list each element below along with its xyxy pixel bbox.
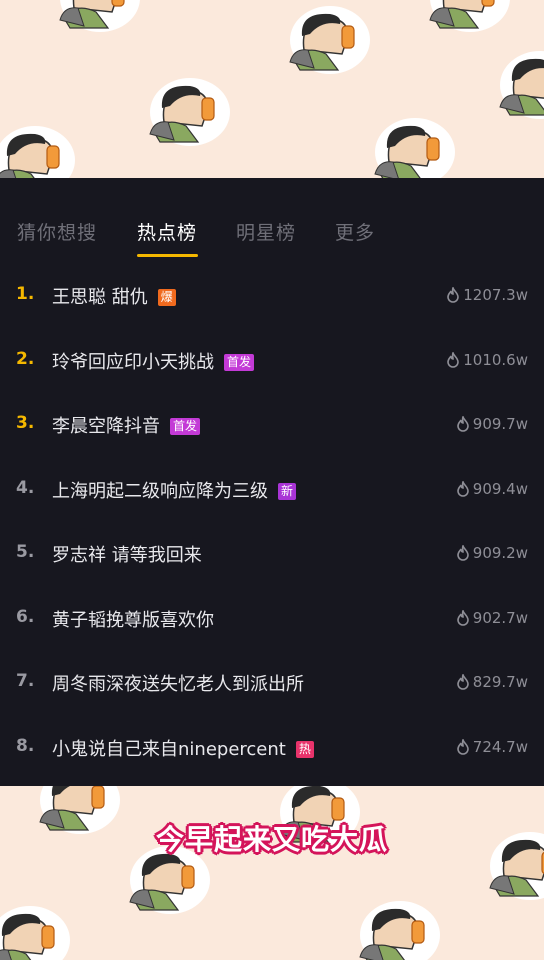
hot-item-title-text: 王思聪 甜仇 bbox=[52, 287, 148, 308]
heat-number: 909.4w bbox=[472, 479, 528, 498]
rank-number: 1. bbox=[16, 284, 35, 304]
tab-guess[interactable]: 猜你想搜 bbox=[17, 218, 97, 245]
hot-item-title-text: 李晨空降抖音 bbox=[52, 416, 160, 437]
heat-number: 1010.6w bbox=[463, 350, 528, 369]
rank-number: 3. bbox=[16, 413, 35, 433]
flame-icon bbox=[456, 672, 473, 691]
flame-icon bbox=[456, 608, 473, 627]
video-caption: 今早起来又吃大瓜 bbox=[155, 823, 388, 856]
heat-number: 1207.3w bbox=[463, 286, 528, 304]
hot-list-item[interactable]: 8. 小鬼说自己来自ninepercent 热 724.7w bbox=[0, 722, 544, 786]
tab-star-list[interactable]: 明星榜 bbox=[236, 218, 296, 245]
tab-hot-list[interactable]: 热点榜 bbox=[137, 218, 197, 245]
rank-number: 8. bbox=[16, 735, 35, 756]
heat-value: 902.7w bbox=[456, 608, 528, 627]
hot-list-item[interactable]: 7. 周冬雨深夜送失忆老人到派出所 829.7w bbox=[0, 657, 544, 721]
heat-number: 902.7w bbox=[472, 608, 528, 627]
hot-item-title: 周冬雨深夜送失忆老人到派出所 bbox=[52, 670, 304, 696]
hot-list-item[interactable]: 5. 罗志祥 请等我回来 909.2w bbox=[0, 528, 544, 592]
rank-number: 4. bbox=[16, 477, 35, 498]
heat-number: 909.2w bbox=[472, 544, 528, 562]
flame-icon bbox=[446, 285, 463, 304]
active-tab-indicator bbox=[137, 254, 198, 257]
flame-icon bbox=[446, 350, 463, 369]
heat-number: 724.7w bbox=[472, 737, 528, 756]
heat-number: 909.7w bbox=[472, 415, 528, 433]
hot-item-title: 上海明起二级响应降为三级新 bbox=[52, 477, 297, 503]
heat-value: 724.7w bbox=[456, 737, 528, 756]
flame-icon bbox=[456, 737, 473, 756]
hot-item-title-text: 黄子韬挽尊版喜欢你 bbox=[52, 609, 214, 631]
hot-search-panel: 猜你想搜 热点榜 明星榜 更多 1. 王思聪 甜仇爆 1207.3w 2. 玲爷回应印小… bbox=[0, 178, 544, 786]
rank-number: 7. bbox=[16, 671, 35, 691]
flame-icon bbox=[456, 479, 473, 498]
heat-value: 909.4w bbox=[456, 479, 528, 498]
rank-number: 5. bbox=[16, 542, 35, 562]
rank-number: 6. bbox=[16, 606, 35, 627]
heat-value: 829.7w bbox=[456, 672, 528, 691]
hot-item-title-text: 玲爷回应印小天挑战 bbox=[52, 351, 214, 373]
hot-list-item[interactable]: 4. 上海明起二级响应降为三级新 909.4w bbox=[0, 464, 544, 528]
hot-list-item[interactable]: 6. 黄子韬挽尊版喜欢你 902.7w bbox=[0, 593, 544, 657]
hot-item-badge: 首发 bbox=[170, 418, 201, 435]
hot-item-badge: 首发 bbox=[224, 353, 255, 371]
heat-value: 909.2w bbox=[456, 543, 528, 562]
hot-item-title-text: 小鬼说自己来自ninepercent bbox=[52, 738, 286, 760]
hot-item-badge: 热 bbox=[295, 740, 314, 758]
hot-list-item[interactable]: 2. 玲爷回应印小天挑战 首发 1010.6w bbox=[0, 335, 544, 399]
tab-bar: 猜你想搜 热点榜 明星榜 更多 bbox=[0, 178, 544, 278]
heat-value: 909.7w bbox=[456, 414, 528, 433]
hot-item-title-text: 周冬雨深夜送失忆老人到派出所 bbox=[52, 674, 304, 695]
flame-icon bbox=[456, 414, 473, 433]
heat-value: 1010.6w bbox=[446, 350, 528, 369]
hot-item-title-text: 上海明起二级响应降为三级 bbox=[52, 480, 268, 502]
heat-value: 1207.3w bbox=[446, 285, 528, 304]
hot-item-title: 王思聪 甜仇爆 bbox=[52, 283, 176, 309]
heat-number: 829.7w bbox=[472, 673, 528, 691]
hot-item-title: 罗志祥 请等我回来 bbox=[52, 541, 202, 567]
hot-item-title: 李晨空降抖音 首发 bbox=[52, 412, 201, 438]
flame-icon bbox=[456, 543, 473, 562]
hot-item-badge: 新 bbox=[278, 482, 297, 500]
hot-item-title: 小鬼说自己来自ninepercent 热 bbox=[52, 735, 314, 761]
hot-item-badge: 爆 bbox=[157, 289, 176, 306]
tab-more[interactable]: 更多 bbox=[335, 218, 375, 245]
hot-list-item[interactable]: 1. 王思聪 甜仇爆 1207.3w bbox=[0, 270, 544, 334]
rank-number: 2. bbox=[16, 348, 35, 369]
hot-item-title: 玲爷回应印小天挑战 首发 bbox=[52, 348, 255, 374]
hot-item-title-text: 罗志祥 请等我回来 bbox=[52, 545, 202, 566]
hot-item-title: 黄子韬挽尊版喜欢你 bbox=[52, 606, 214, 632]
hot-list-item[interactable]: 3. 李晨空降抖音 首发 909.7w bbox=[0, 399, 544, 463]
